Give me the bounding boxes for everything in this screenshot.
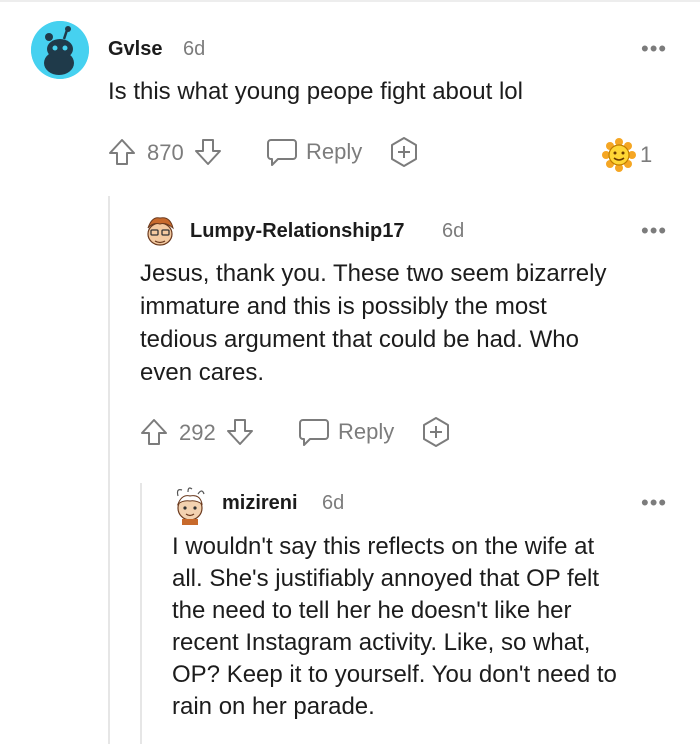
- comment-text: I wouldn't say this reflects on the wife…: [172, 531, 617, 723]
- text-line: immature and this is possibly the most: [140, 293, 547, 320]
- reply-button[interactable]: Reply: [266, 137, 362, 167]
- arrow-up-icon: [141, 419, 167, 445]
- downvote-button[interactable]: [225, 417, 255, 447]
- avatar[interactable]: [140, 210, 180, 250]
- text-line: the need to tell her he doesn't like her: [172, 597, 572, 624]
- text-line: all. She's justifiably annoyed that OP f…: [172, 565, 600, 592]
- avatar[interactable]: [172, 486, 208, 526]
- avatar[interactable]: [31, 21, 89, 79]
- top-divider: [0, 0, 700, 2]
- arrow-up-icon: [109, 139, 135, 165]
- award-button[interactable]: [388, 136, 420, 168]
- comment-text: Jesus, thank you. These two seem bizarre…: [140, 257, 606, 389]
- text-line: Jesus, thank you. These two seem bizarre…: [140, 260, 607, 287]
- username[interactable]: mizireni: [222, 492, 298, 515]
- plus-circle-icon: [391, 137, 417, 167]
- plus-circle-icon: [423, 417, 449, 447]
- text-line: I wouldn't say this reflects on the wife…: [172, 533, 595, 560]
- speech-bubble-icon: [299, 419, 329, 446]
- award-count: 1: [640, 142, 653, 167]
- username[interactable]: Lumpy-Relationship17: [190, 220, 404, 243]
- snoo-avatar-icon: [31, 21, 89, 79]
- comment-age: 6d: [183, 38, 206, 60]
- vote-count: 870: [147, 140, 184, 165]
- text-line: recent Instagram activity. Like, so what…: [172, 629, 591, 656]
- award-badge[interactable]: 1: [602, 138, 652, 172]
- downvote-button[interactable]: [193, 137, 223, 167]
- sunflower-award-icon: [602, 138, 636, 172]
- upvote-button[interactable]: [139, 417, 169, 447]
- text-line: OP? Keep it to yourself. You don't need …: [172, 661, 617, 688]
- text-line: even cares.: [140, 359, 265, 386]
- comment-text: Is this what young peope fight about lol: [108, 78, 523, 105]
- upvote-button[interactable]: [107, 137, 137, 167]
- more-options-button[interactable]: •••: [641, 220, 667, 242]
- more-options-button[interactable]: •••: [641, 38, 667, 60]
- speech-bubble-icon: [267, 139, 297, 166]
- thread-line[interactable]: [140, 483, 142, 744]
- arrow-down-icon: [227, 419, 253, 445]
- reply-label: Reply: [338, 419, 395, 444]
- thread-line[interactable]: [108, 196, 110, 744]
- more-options-button[interactable]: •••: [641, 492, 667, 514]
- text-line: tedious argument that could be had. Who: [140, 326, 579, 353]
- arrow-down-icon: [195, 139, 221, 165]
- reply-button[interactable]: Reply: [298, 417, 394, 447]
- text-line: rain on her parade.: [172, 693, 375, 720]
- user-avatar-icon: [140, 210, 180, 250]
- reply-label: Reply: [306, 139, 363, 164]
- vote-count: 292: [179, 420, 216, 445]
- award-button[interactable]: [420, 416, 452, 448]
- comment-age: 6d: [322, 492, 345, 514]
- username[interactable]: Gvlse: [108, 38, 162, 61]
- comment-age: 6d: [442, 220, 465, 242]
- user-avatar-icon: [176, 487, 205, 525]
